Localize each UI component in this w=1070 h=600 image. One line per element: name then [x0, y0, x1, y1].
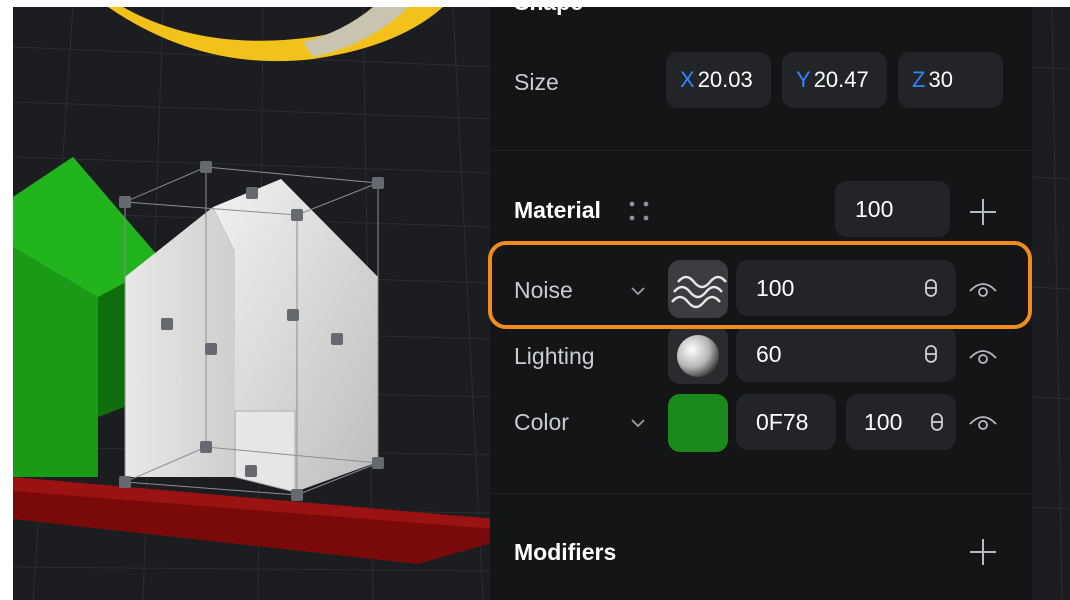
size-z-field[interactable]: Z 30 — [898, 52, 1003, 108]
noise-value-field[interactable]: 100 — [736, 260, 956, 316]
size-x-field[interactable]: X 20.03 — [666, 52, 771, 108]
color-swatch[interactable] — [668, 394, 728, 452]
color-hex-field[interactable]: 0F78 — [736, 394, 836, 450]
lighting-layer-label: Lighting — [514, 343, 595, 369]
lighting-value-field[interactable]: 60 — [736, 326, 956, 382]
noise-layer-label: Noise — [514, 277, 573, 303]
viewport-3d[interactable] — [13, 7, 495, 600]
size-label: Size — [514, 69, 559, 95]
x-axis-label: X — [680, 67, 695, 92]
add-material-icon[interactable] — [968, 197, 998, 227]
size-y-field[interactable]: Y 20.47 — [782, 52, 887, 108]
material-opacity-value: 100 — [855, 196, 894, 222]
visibility-eye-icon[interactable] — [968, 277, 998, 301]
color-opacity-value: 100 — [864, 409, 903, 435]
size-z-value: 30 — [928, 67, 953, 92]
y-axis-label: Y — [796, 67, 811, 92]
color-opacity-field[interactable]: 100 — [846, 394, 956, 450]
link-icon[interactable] — [924, 345, 938, 363]
size-x-value: 20.03 — [697, 67, 753, 92]
modifiers-section-title: Modifiers — [514, 539, 617, 565]
shape-section-title: Shape — [514, 0, 584, 15]
color-layer-label: Color — [514, 409, 569, 435]
noise-value: 100 — [756, 275, 795, 301]
link-icon[interactable] — [924, 279, 938, 297]
properties-panel: Shape Size X 20.03 Y 20.47 Z 30 Material… — [490, 0, 1032, 600]
viewport-scene — [13, 7, 495, 600]
color-hex-value: 0F78 — [756, 409, 809, 435]
app-window: Shape Size X 20.03 Y 20.47 Z 30 Material… — [0, 0, 1070, 600]
visibility-eye-icon[interactable] — [968, 344, 998, 368]
drag-handle-icon[interactable] — [626, 198, 654, 226]
material-section-title: Material — [514, 197, 601, 223]
sphere-icon[interactable] — [668, 326, 728, 384]
z-axis-label: Z — [912, 67, 926, 92]
section-divider — [490, 493, 1032, 494]
lighting-value: 60 — [756, 341, 782, 367]
chevron-down-icon[interactable] — [630, 283, 646, 299]
add-modifier-icon[interactable] — [968, 537, 998, 567]
viewport-3d-edge — [1032, 7, 1070, 600]
noise-wave-icon[interactable] — [668, 260, 728, 318]
material-opacity-field[interactable]: 100 — [835, 181, 950, 237]
chevron-down-icon[interactable] — [630, 415, 646, 431]
link-icon[interactable] — [930, 413, 944, 431]
section-divider — [490, 150, 1032, 151]
size-y-value: 20.47 — [813, 67, 869, 92]
visibility-eye-icon[interactable] — [968, 410, 998, 434]
